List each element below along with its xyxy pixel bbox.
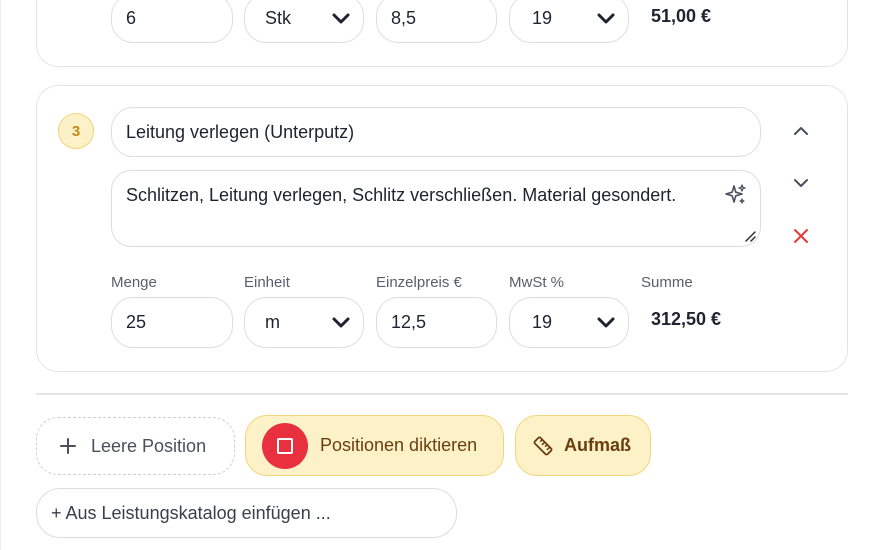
position-number-badge: 3 bbox=[58, 113, 94, 149]
stop-record-icon bbox=[262, 422, 308, 469]
mwst-label: MwSt % bbox=[509, 274, 565, 291]
ruler-icon bbox=[533, 436, 553, 455]
chevron-up-icon bbox=[794, 127, 808, 135]
menge-value: 6 bbox=[126, 8, 137, 28]
chevron-down-icon bbox=[332, 317, 350, 327]
menge-input[interactable]: 25 bbox=[111, 297, 233, 348]
mwst-value: 19 bbox=[532, 8, 553, 28]
menge-input-prev[interactable]: 6 bbox=[111, 0, 233, 43]
einzelpreis-input[interactable]: 12,5 bbox=[376, 297, 497, 348]
einheit-select[interactable]: m bbox=[244, 297, 364, 348]
add-empty-position-button[interactable]: Leere Position bbox=[36, 417, 235, 475]
menge-value: 25 bbox=[126, 312, 147, 332]
summe-value-prev: 51,00 € bbox=[651, 6, 712, 26]
resize-handle-icon[interactable] bbox=[744, 230, 756, 242]
delete-position-button[interactable] bbox=[789, 224, 813, 248]
einheit-value: Stk bbox=[265, 8, 292, 28]
mwst-value: 19 bbox=[532, 312, 553, 332]
position-title-input[interactable]: Leitung verlegen (Unterputz) bbox=[111, 107, 761, 157]
position-description-value: Schlitzen, Leitung verlegen, Schlitz ver… bbox=[126, 185, 677, 205]
einzelpreis-input-prev[interactable]: 8,5 bbox=[376, 0, 497, 43]
chevron-down-icon bbox=[332, 13, 350, 23]
einheit-label: Einheit bbox=[244, 274, 290, 291]
move-up-button[interactable] bbox=[789, 119, 813, 143]
menge-label: Menge bbox=[111, 274, 157, 291]
dictate-positions-label: Positionen diktieren bbox=[320, 435, 478, 455]
position-description-textarea[interactable]: Schlitzen, Leitung verlegen, Schlitz ver… bbox=[111, 170, 761, 247]
aufmass-label: Aufmaß bbox=[564, 435, 631, 455]
einheit-value: m bbox=[265, 312, 280, 332]
chevron-down-icon bbox=[597, 317, 615, 327]
sparkle-icon[interactable] bbox=[724, 183, 748, 207]
plus-icon bbox=[60, 438, 76, 454]
page: 6 Stk 8,5 19 51,00 € 3 Leitung verlegen … bbox=[0, 0, 880, 550]
add-empty-position-label: Leere Position bbox=[91, 435, 207, 456]
close-icon bbox=[794, 229, 808, 243]
aufmass-button[interactable]: Aufmaß bbox=[515, 415, 651, 476]
chevron-down-icon bbox=[597, 13, 615, 23]
catalog-insert-input[interactable]: + Aus Leistungskatalog einfügen ... bbox=[36, 488, 457, 538]
mwst-select[interactable]: 19 bbox=[509, 297, 629, 348]
summe-value: 312,50 € bbox=[651, 309, 722, 329]
einheit-select-prev[interactable]: Stk bbox=[244, 0, 364, 43]
mwst-select-prev[interactable]: 19 bbox=[509, 0, 629, 43]
chevron-down-icon bbox=[794, 179, 808, 187]
einzelpreis-value: 8,5 bbox=[391, 8, 417, 28]
dictate-positions-button[interactable]: Positionen diktieren bbox=[245, 415, 504, 476]
einzelpreis-label: Einzelpreis € bbox=[376, 274, 462, 291]
divider bbox=[36, 393, 848, 395]
summe-label: Summe bbox=[641, 274, 693, 291]
position-title-value: Leitung verlegen (Unterputz) bbox=[126, 121, 355, 142]
einzelpreis-value: 12,5 bbox=[391, 312, 427, 332]
move-down-button[interactable] bbox=[789, 171, 813, 195]
catalog-insert-label: + Aus Leistungskatalog einfügen ... bbox=[51, 502, 331, 523]
